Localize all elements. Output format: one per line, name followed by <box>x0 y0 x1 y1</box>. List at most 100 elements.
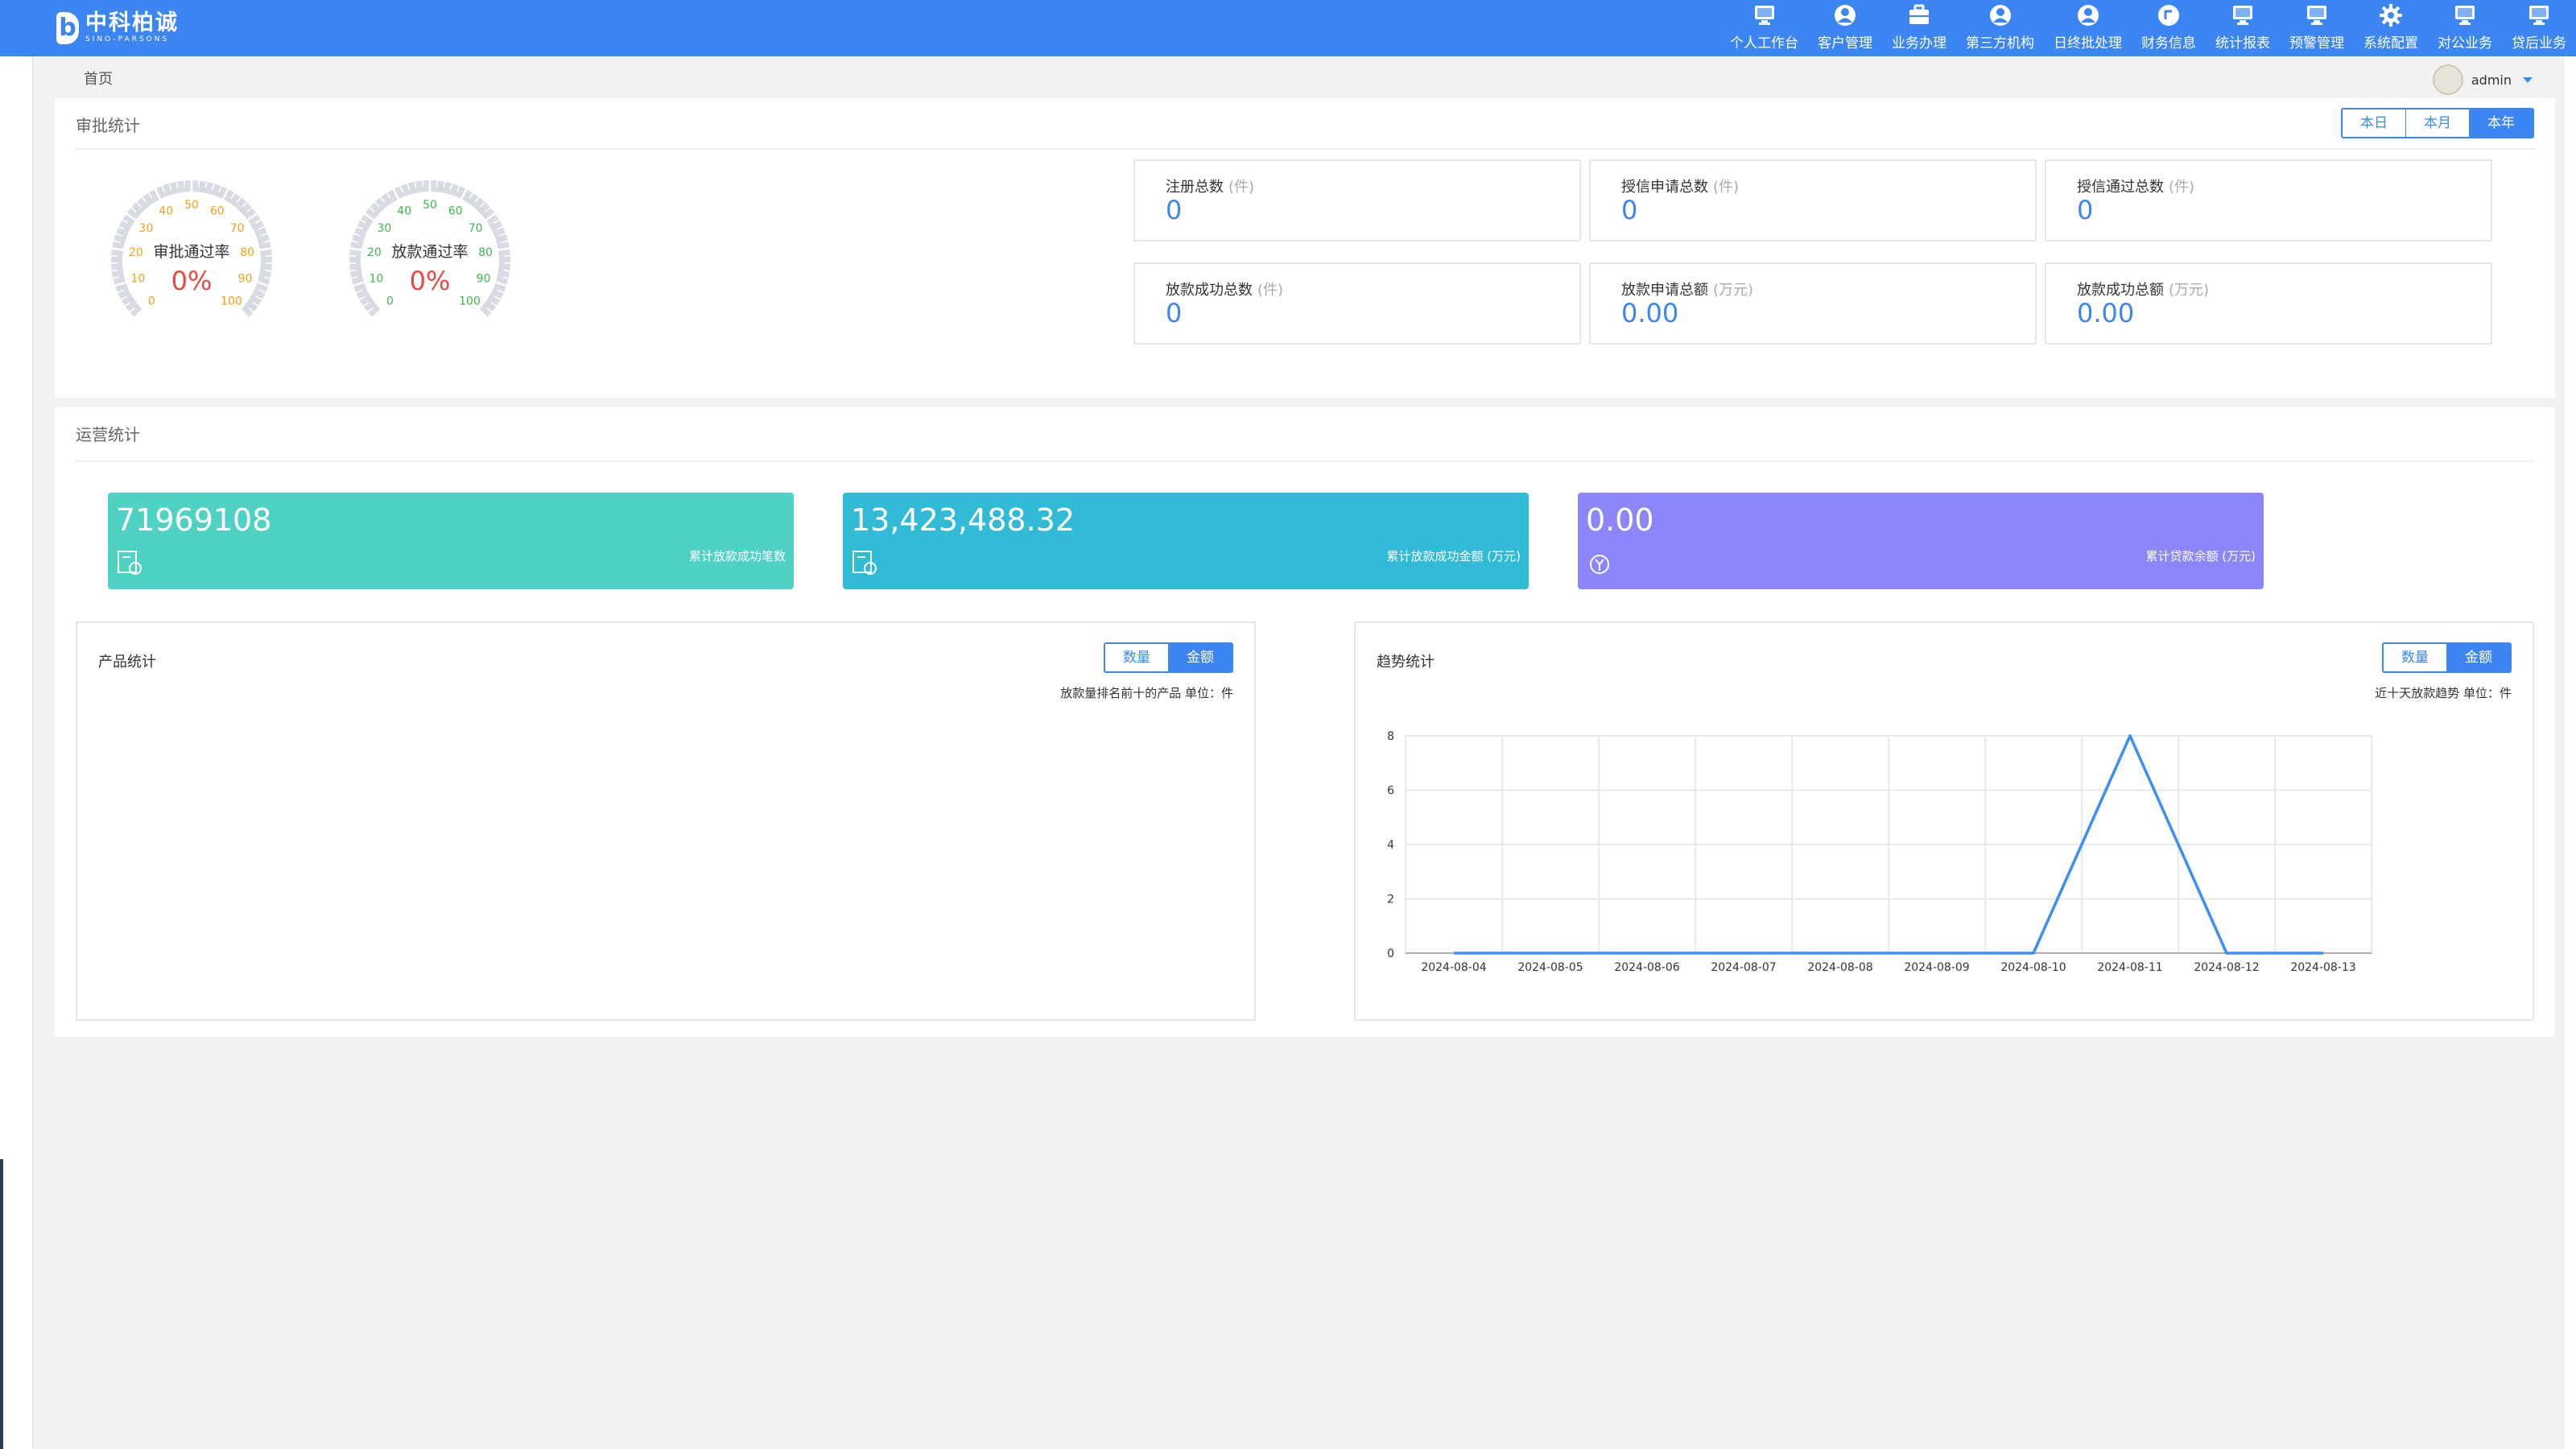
x-tick-label: 2024-08-11 <box>2097 961 2162 974</box>
money-bag-icon <box>1590 555 1609 574</box>
stat-value: 0 <box>1166 298 1183 328</box>
gauge-tick-label: 100 <box>221 295 242 308</box>
nav-item-2[interactable]: 业务办理 <box>1882 0 1956 56</box>
nav-item-label: 财务信息 <box>2141 35 2196 52</box>
sidebar-strip <box>0 56 34 1449</box>
stat-label-row: 注册总数 (件) <box>1166 175 1254 196</box>
gear-icon <box>2380 4 2402 27</box>
nav-item-label: 系统配置 <box>2363 35 2418 52</box>
x-tick-label: 2024-08-12 <box>2194 961 2259 974</box>
gauge-title: 放款通过率 <box>391 243 469 261</box>
range-tab-1[interactable]: 本月 <box>2405 109 2469 137</box>
user-menu[interactable]: admin <box>2432 64 2533 95</box>
nav-item-4[interactable]: 日终批处理 <box>2044 0 2132 56</box>
stat-label: 放款申请总额 <box>1621 282 1708 299</box>
user-icon <box>1989 5 2011 26</box>
chevron-down-icon <box>2523 76 2533 83</box>
operations-title: 运营统计 <box>76 425 140 444</box>
nav-item-1[interactable]: 客户管理 <box>1808 0 1882 56</box>
y-tick-label: 8 <box>1387 730 1394 743</box>
range-tab-2[interactable]: 本年 <box>2469 109 2533 137</box>
gauge-tick-label: 100 <box>459 295 481 308</box>
y-tick-label: 0 <box>1387 947 1394 960</box>
breadcrumb-home[interactable]: 首页 <box>84 68 113 89</box>
coin-icon <box>2158 5 2179 26</box>
gauge-value: 0% <box>171 266 213 296</box>
trend-stats-box: 趋势统计 数量 金额 近十天放款趋势 单位：件 0 2 4 6 8 2024-08-04 20… <box>1354 621 2534 1021</box>
card-label: 累计放款成功笔数 <box>688 549 786 564</box>
range-tab-0[interactable]: 本日 <box>2343 109 2405 137</box>
monitor-icon <box>1754 6 1774 25</box>
nav-item-9[interactable]: 对公业务 <box>2428 0 2502 56</box>
monitor-icon <box>2233 6 2252 25</box>
product-subtitle: 放款量排名前十的产品 单位：件 <box>1060 686 1233 700</box>
approval-title: 审批统计 <box>76 116 140 135</box>
nav-item-0[interactable]: 个人工作台 <box>1720 0 1808 56</box>
stat-value: 0 <box>1621 195 1638 225</box>
gauge-tick-label: 70 <box>469 222 483 235</box>
nav-item-5[interactable]: 财务信息 <box>2132 0 2206 56</box>
briefcase-icon <box>1909 4 1929 24</box>
ledger-icon <box>852 551 877 575</box>
gauge-value: 0% <box>409 266 451 296</box>
approval-rate-gauge: 0 10 20 30 40 50 60 70 80 90 100 审批通过率 0% <box>95 172 288 349</box>
top-navbar: b 中科柏诚 SINO-PARSONS 个人工作台 客户管理 业务办理 第三方机构 日终… <box>0 0 2576 56</box>
stat-label-row: 放款成功总数 (件) <box>1166 279 1283 299</box>
summary-card: 71969108 累计放款成功笔数 <box>108 493 794 589</box>
nav-item-10[interactable]: 贷后业务 <box>2502 0 2576 56</box>
stat-unit: (件) <box>1713 179 1740 196</box>
x-tick-label: 2024-08-13 <box>2290 961 2355 974</box>
stat-label-row: 授信申请总数 (件) <box>1621 175 1739 196</box>
gauge-tick <box>436 180 439 188</box>
gauge-tick-label: 50 <box>423 199 437 212</box>
nav-item-label: 客户管理 <box>1818 35 1872 52</box>
monitor-icon <box>2307 6 2326 25</box>
gauge-tick-label: 60 <box>448 205 463 218</box>
monitor-icon <box>2529 6 2549 25</box>
right-scroll-track[interactable] <box>2565 56 2576 1449</box>
stat-label-row: 放款申请总额 (万元) <box>1621 279 1753 299</box>
x-tick-label: 2024-08-08 <box>1807 961 1872 974</box>
product-toggle: 数量 金额 <box>1104 642 1233 673</box>
product-toggle-option-1[interactable]: 金额 <box>1168 644 1232 671</box>
monitor-icon <box>2455 6 2475 25</box>
divider <box>76 148 2534 150</box>
brand-logo[interactable]: b 中科柏诚 SINO-PARSONS <box>56 8 179 48</box>
stat-box: 放款申请总额 (万元) 0.00 <box>1589 262 2037 345</box>
card-value: 13,423,488.32 <box>851 502 1075 538</box>
nav-item-label: 贷后业务 <box>2512 35 2566 52</box>
card-label: 累计放款成功金额 (万元) <box>1386 549 1521 564</box>
brand-name: 中科柏诚 <box>85 10 179 35</box>
card-value: 0.00 <box>1586 502 1654 538</box>
nav-item-3[interactable]: 第三方机构 <box>1956 0 2044 56</box>
product-toggle-option-0[interactable]: 数量 <box>1105 644 1168 671</box>
range-tabs: 本日 本月 本年 <box>2341 108 2534 138</box>
gauge-tick-label: 30 <box>377 222 391 235</box>
gauge-tick <box>197 180 200 188</box>
user-icon <box>1835 5 1856 26</box>
card-label: 累计贷款余额 (万元) <box>2145 549 2256 564</box>
stat-label: 授信申请总数 <box>1621 179 1708 196</box>
divider <box>76 460 2534 462</box>
stat-value: 0 <box>2077 195 2094 225</box>
nav-item-label: 统计报表 <box>2215 35 2270 52</box>
stat-label-row: 授信通过总数 (件) <box>2077 175 2194 196</box>
user-icon <box>2077 5 2099 26</box>
nav-item-8[interactable]: 系统配置 <box>2354 0 2428 56</box>
stat-label: 放款成功总数 <box>1166 282 1253 299</box>
brand-name-en: SINO-PARSONS <box>85 35 170 43</box>
product-stats-box: 产品统计 数量 金额 放款量排名前十的产品 单位：件 <box>76 621 1256 1021</box>
loan-rate-gauge: 0 10 20 30 40 50 60 70 80 90 100 放款通过率 0% <box>333 172 526 349</box>
stat-value: 0.00 <box>2077 298 2135 328</box>
nav-item-label: 日终批处理 <box>2054 35 2122 52</box>
x-tick-label: 2024-08-10 <box>2000 961 2066 974</box>
nav-item-6[interactable]: 统计报表 <box>2206 0 2280 56</box>
nav-item-7[interactable]: 预警管理 <box>2280 0 2354 56</box>
x-tick-label: 2024-08-09 <box>1904 961 1969 974</box>
nav-item-label: 个人工作台 <box>1730 35 1798 52</box>
x-tick-label: 2024-08-06 <box>1614 961 1679 974</box>
breadcrumb-bar: 首页 admin <box>34 56 2565 98</box>
main-nav: 个人工作台 客户管理 业务办理 第三方机构 日终批处理 财务信息 统计报表 预警管理 系统配置 对… <box>1720 0 2576 56</box>
nav-item-label: 业务办理 <box>1892 35 1946 52</box>
approval-stats-panel: 审批统计 本日 本月 本年 0 10 20 30 40 50 60 70 80 90 100 审批通过率 0… <box>55 98 2555 398</box>
